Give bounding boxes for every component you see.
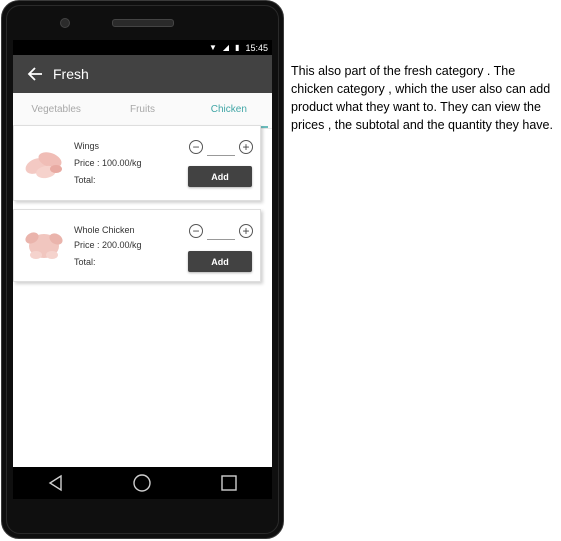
battery-icon: ▮ xyxy=(235,42,240,52)
earpiece-speaker xyxy=(112,19,174,27)
signal-icon: ◢ xyxy=(222,42,230,52)
tab-fruits[interactable]: Fruits xyxy=(99,93,185,128)
plus-icon[interactable]: + xyxy=(239,140,253,154)
front-camera xyxy=(60,18,70,28)
quantity-input[interactable] xyxy=(207,239,235,240)
tab-chicken[interactable]: Chicken xyxy=(186,93,272,128)
nav-back-icon[interactable] xyxy=(46,473,66,493)
wifi-icon: ▼ xyxy=(208,42,217,52)
app-title: Fresh xyxy=(53,66,89,82)
android-nav-bar xyxy=(13,467,272,499)
add-button[interactable]: Add xyxy=(188,166,252,187)
add-button[interactable]: Add xyxy=(188,251,252,272)
whole-chicken-image xyxy=(25,232,63,259)
product-card-whole-chicken: Whole Chicken Price : 200.00/kg Total: −… xyxy=(13,209,261,282)
quantity-stepper: − + xyxy=(189,140,253,156)
tab-vegetables[interactable]: Vegetables xyxy=(13,93,99,128)
nav-home-icon[interactable] xyxy=(132,473,152,493)
product-price: Price : 200.00/kg xyxy=(74,240,142,250)
product-name: Wings xyxy=(74,141,100,151)
product-price: Price : 100.00/kg xyxy=(74,158,142,168)
description-text: This also part of the fresh category . T… xyxy=(291,64,553,132)
product-total: Total: xyxy=(74,257,96,267)
app-bar: Fresh xyxy=(13,55,272,93)
quantity-stepper: − + xyxy=(189,224,253,240)
minus-icon[interactable]: − xyxy=(189,224,203,238)
product-card-wings: Wings Price : 100.00/kg Total: − + Add xyxy=(13,125,261,201)
product-list: Wings Price : 100.00/kg Total: − + Add W… xyxy=(13,125,272,467)
status-time: 15:45 xyxy=(245,42,268,53)
product-total: Total: xyxy=(74,175,96,185)
quantity-input[interactable] xyxy=(207,155,235,156)
minus-icon[interactable]: − xyxy=(189,140,203,154)
category-tabs: Vegetables Fruits Chicken xyxy=(13,93,272,129)
app-screen: ▼ ◢ ▮ 15:45 Fresh Vegetables Fruits Chic… xyxy=(13,40,272,467)
plus-icon[interactable]: + xyxy=(239,224,253,238)
product-name: Whole Chicken xyxy=(74,225,135,235)
nav-recents-icon[interactable] xyxy=(219,473,239,493)
status-bar: ▼ ◢ ▮ 15:45 xyxy=(13,40,272,55)
back-arrow-icon[interactable] xyxy=(27,66,43,82)
chicken-wings-image xyxy=(25,152,62,179)
